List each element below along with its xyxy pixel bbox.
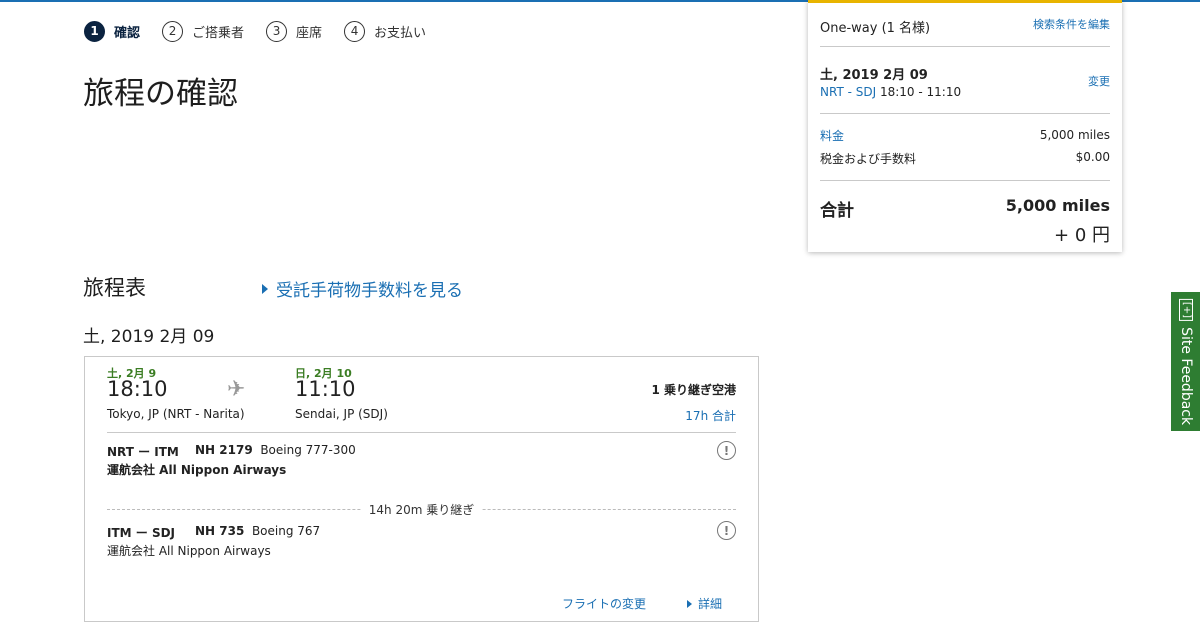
step-number: 3 (266, 20, 288, 42)
step-number: 1 (84, 20, 105, 42)
arrival-time: 11:10 (295, 377, 356, 401)
feedback-label: Site Feedback (1177, 326, 1194, 425)
total-yen: + 0 円 (1054, 225, 1110, 246)
step-seats[interactable]: 3 座席 (266, 20, 323, 42)
segment-operator: 運航会社 All Nippon Airways (107, 544, 271, 558)
step-number: 2 (162, 20, 184, 42)
site-feedback-tab[interactable]: [+] Site Feedback (1171, 292, 1200, 431)
summary-divider (820, 180, 1110, 181)
tax-label: 税金および手数料 (820, 152, 917, 166)
aircraft-type: Boeing 777-300 (260, 443, 356, 457)
edit-search-link[interactable]: 検索条件を編集 (1033, 16, 1110, 32)
fare-value: 5,000 miles (1039, 128, 1110, 142)
segment-flight: NH 735 Boeing 767 (195, 524, 320, 538)
info-icon[interactable]: ! (717, 521, 736, 540)
arrival-city: Sendai, JP (SDJ) (295, 407, 388, 421)
trip-date-heading: 土, 2019 2月 09 (83, 327, 215, 347)
summary-divider (820, 113, 1110, 114)
summary-date: 土, 2019 2月 09 (820, 68, 928, 83)
card-divider (107, 432, 736, 433)
segment-route: NRT ー ITM (107, 445, 179, 459)
flight-number: NH 735 (195, 524, 245, 538)
layover-duration: 14h 20m 乗り継ぎ (360, 501, 483, 518)
details-link[interactable]: 詳細 (687, 595, 722, 612)
total-miles: 5,000 miles (1005, 196, 1110, 215)
booking-stepper: 1 確認 2 ご搭乗者 3 座席 4 お支払い (84, 20, 448, 42)
trip-summary-panel: One-way (1 名様) 検索条件を編集 土, 2019 2月 09 NRT… (808, 0, 1122, 252)
step-label: ご搭乗者 (192, 25, 245, 41)
stops-count: 1 乗り継ぎ空港 (651, 383, 736, 397)
total-duration[interactable]: 17h 合計 (685, 407, 736, 424)
step-label: 確認 (114, 25, 141, 41)
details-link-label: 詳細 (698, 597, 723, 611)
bag-fee-link-label: 受託手荷物手数料を見る (276, 281, 463, 301)
change-link[interactable]: 変更 (1088, 73, 1110, 89)
total-label: 合計 (820, 201, 854, 221)
flight-card: 土, 2月 9 18:10 Tokyo, JP (NRT - Narita) ✈… (84, 356, 759, 622)
feedback-plus-icon: [+] (1178, 298, 1193, 321)
step-payment[interactable]: 4 お支払い (344, 20, 427, 42)
step-label: 座席 (296, 25, 323, 41)
aircraft-type: Boeing 767 (251, 524, 321, 538)
step-label: お支払い (374, 25, 427, 41)
flight-number: NH 2179 (195, 443, 253, 457)
step-number: 4 (344, 20, 366, 42)
fare-label[interactable]: 料金 (820, 127, 844, 144)
airplane-icon: ✈ (227, 377, 246, 402)
caret-right-icon (687, 599, 692, 608)
bag-fee-link[interactable]: 受託手荷物手数料を見る (262, 276, 463, 301)
caret-right-icon (262, 283, 268, 294)
segment-flight: NH 2179 Boeing 777-300 (195, 443, 356, 457)
segment-operator: 運航会社 All Nippon Airways (107, 463, 287, 477)
trip-type: One-way (1 名様) (820, 21, 931, 36)
summary-route: NRT - SDJ 18:10 - 11:10 (820, 85, 961, 99)
route-time: 18:10 - 11:10 (879, 85, 962, 99)
tax-value: $0.00 (1075, 150, 1110, 164)
itinerary-section-title: 旅程表 (83, 276, 146, 300)
departure-time: 18:10 (107, 377, 168, 401)
summary-divider (820, 46, 1110, 47)
segment-route: ITM ー SDJ (107, 526, 176, 540)
change-flight-link[interactable]: フライトの変更 (562, 595, 646, 612)
step-passengers[interactable]: 2 ご搭乗者 (162, 20, 245, 42)
step-confirm[interactable]: 1 確認 (84, 20, 141, 42)
page-title: 旅程の確認 (83, 76, 238, 112)
info-icon[interactable]: ! (717, 441, 736, 460)
route-code[interactable]: NRT - SDJ (820, 85, 876, 99)
departure-city: Tokyo, JP (NRT - Narita) (107, 407, 245, 421)
